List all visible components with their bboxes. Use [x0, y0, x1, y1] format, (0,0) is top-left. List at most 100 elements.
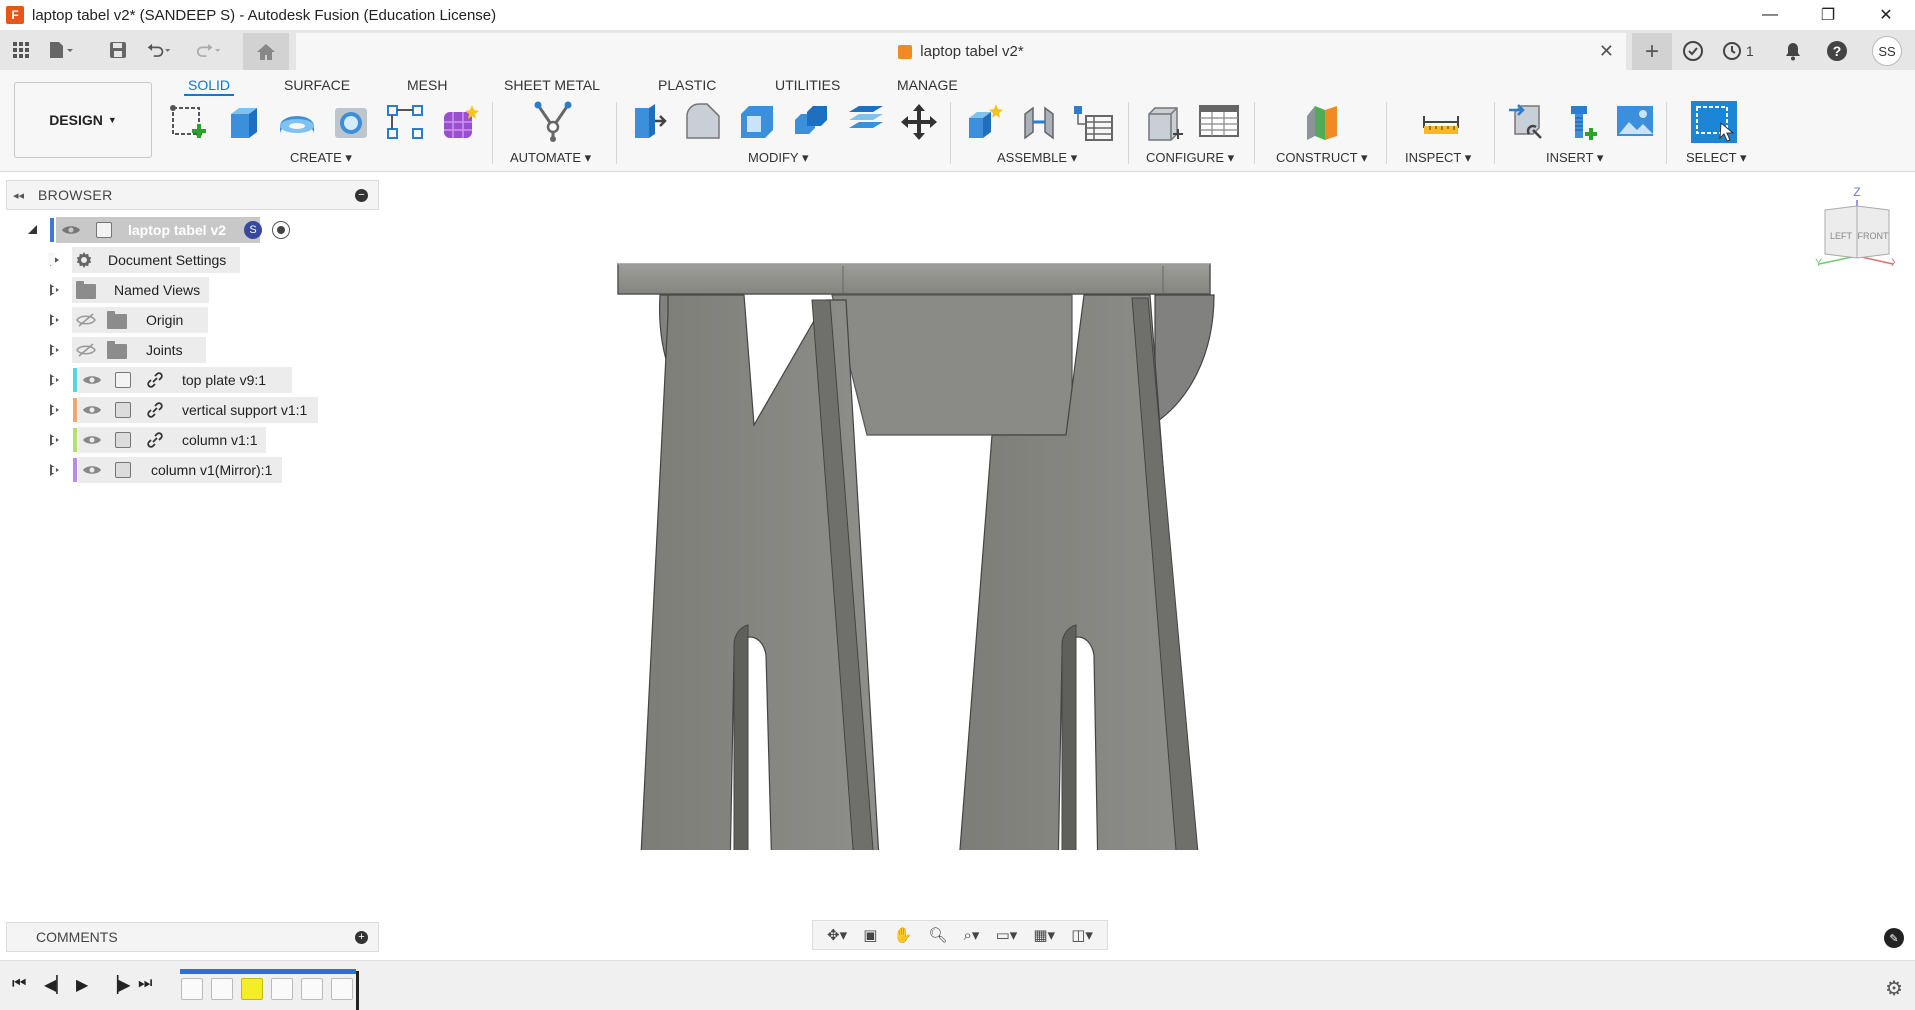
tab-manage[interactable]: MANAGE: [893, 74, 962, 96]
browser-item-vertical-support[interactable]: vertical support v1:1: [20, 397, 320, 423]
hidden-eye-icon[interactable]: [76, 313, 96, 327]
timeline-feature-joint[interactable]: [181, 978, 203, 1000]
timeline-feature-mirror[interactable]: [331, 978, 353, 1000]
new-component-icon[interactable]: [964, 100, 1006, 144]
file-menu-icon[interactable]: [48, 38, 74, 62]
collapse-panel-icon[interactable]: ◂◂: [13, 189, 24, 202]
fillet-icon[interactable]: [682, 100, 724, 144]
bill-of-materials-icon[interactable]: [1072, 100, 1114, 144]
close-tab-icon[interactable]: ✕: [1599, 41, 1614, 62]
browser-item-origin[interactable]: Origin: [20, 307, 250, 333]
zoom-icon[interactable]: 🔍︎: [928, 926, 947, 944]
workspace-switcher-button[interactable]: DESIGN ▼: [14, 82, 152, 158]
tab-sheet-metal[interactable]: SHEET METAL: [500, 74, 604, 96]
move-copy-icon[interactable]: [898, 100, 940, 144]
timeline-marker[interactable]: [356, 971, 359, 1010]
viewports-icon[interactable]: ◫▾: [1071, 926, 1093, 944]
top-plate-part[interactable]: [617, 263, 1211, 295]
home-button[interactable]: [243, 33, 289, 70]
go-to-start-icon[interactable]: ⏮: [12, 975, 26, 993]
visibility-eye-icon[interactable]: [61, 223, 81, 237]
assemble-group-label[interactable]: ASSEMBLE ▾: [997, 150, 1077, 166]
browser-item-column[interactable]: column v1:1: [20, 427, 300, 453]
pan-hand-icon[interactable]: ✋: [894, 926, 913, 944]
construct-group-label[interactable]: CONSTRUCT ▾: [1276, 150, 1368, 166]
minimize-panel-icon[interactable]: −: [355, 189, 368, 202]
visibility-eye-icon[interactable]: [82, 403, 102, 417]
tab-utilities[interactable]: UTILITIES: [771, 74, 844, 96]
create-group-label[interactable]: CREATE ▾: [290, 150, 352, 166]
select-icon[interactable]: [1688, 100, 1740, 144]
vertical-support-part[interactable]: [831, 294, 1073, 436]
timeline-feature-joint[interactable]: [271, 978, 293, 1000]
new-tab-button[interactable]: +: [1632, 33, 1672, 70]
zoom-window-icon[interactable]: ⌕▾: [964, 926, 980, 944]
redo-icon[interactable]: [196, 38, 222, 62]
browser-item-joints[interactable]: Joints: [20, 337, 250, 363]
automate-group-label[interactable]: AUTOMATE ▾: [510, 150, 591, 166]
hole-icon[interactable]: [330, 100, 372, 144]
tab-mesh[interactable]: MESH: [403, 74, 451, 96]
activate-radio-icon[interactable]: [272, 221, 290, 239]
insert-mcmaster-icon[interactable]: [1560, 100, 1602, 144]
configure-group-label[interactable]: CONFIGURE ▾: [1146, 150, 1234, 166]
select-group-label[interactable]: SELECT ▾: [1686, 150, 1746, 166]
tab-solid[interactable]: SOLID: [184, 74, 235, 96]
construct-plane-icon[interactable]: [1302, 100, 1344, 144]
insert-canvas-icon[interactable]: [1614, 100, 1656, 144]
browser-item-named-views[interactable]: Named Views: [20, 277, 250, 303]
configure-icon[interactable]: [1144, 100, 1186, 144]
browser-panel-header[interactable]: ◂◂ BROWSER −: [6, 180, 379, 210]
help-icon[interactable]: ?: [1826, 39, 1848, 63]
model-canvas[interactable]: [600, 250, 1240, 850]
insert-derive-icon[interactable]: [1506, 100, 1548, 144]
add-comment-icon[interactable]: +: [355, 931, 368, 944]
grid-settings-icon[interactable]: ▦▾: [1033, 926, 1055, 944]
right-brace-part[interactable]: [1154, 294, 1215, 425]
user-avatar[interactable]: SS: [1872, 36, 1902, 66]
automate-icon[interactable]: [532, 100, 574, 144]
extensions-icon[interactable]: [1682, 39, 1704, 63]
combine-icon[interactable]: [790, 100, 832, 144]
configuration-table-icon[interactable]: [1198, 100, 1240, 144]
inspect-group-label[interactable]: INSPECT ▾: [1405, 150, 1471, 166]
orbit-icon[interactable]: ✥▾: [827, 926, 847, 944]
create-form-icon[interactable]: [438, 100, 480, 144]
display-settings-icon[interactable]: ▭▾: [996, 926, 1018, 944]
tab-surface[interactable]: SURFACE: [280, 74, 354, 96]
text-commands-icon[interactable]: ✎: [1884, 928, 1904, 948]
insert-group-label[interactable]: INSERT ▾: [1546, 150, 1603, 166]
pattern-icon[interactable]: [384, 100, 426, 144]
job-status-icon[interactable]: 1: [1722, 39, 1754, 63]
timeline-feature-rigid-group[interactable]: [301, 978, 323, 1000]
browser-item-top-plate[interactable]: top plate v9:1: [20, 367, 300, 393]
hidden-eye-icon[interactable]: [76, 343, 96, 357]
face-left-label[interactable]: LEFT: [1830, 231, 1853, 241]
go-to-end-icon[interactable]: ⏭: [138, 975, 152, 993]
offset-face-icon[interactable]: [844, 100, 886, 144]
extrude-icon[interactable]: [222, 100, 264, 144]
shell-icon[interactable]: [736, 100, 778, 144]
save-icon[interactable]: [105, 38, 131, 62]
visibility-eye-icon[interactable]: [82, 373, 102, 387]
document-tab[interactable]: laptop tabel v2* ✕: [296, 33, 1626, 70]
browser-item-document-settings[interactable]: Document Settings: [20, 247, 250, 273]
visibility-eye-icon[interactable]: [82, 433, 102, 447]
look-at-icon[interactable]: ▣: [863, 926, 877, 944]
timeline-feature-joint[interactable]: [211, 978, 233, 1000]
expanded-triangle-icon[interactable]: [28, 225, 37, 234]
browser-root-row[interactable]: laptop tabel v2 S: [20, 217, 300, 243]
close-window-button[interactable]: ✕: [1857, 0, 1915, 30]
measure-icon[interactable]: [1420, 100, 1462, 144]
minimize-button[interactable]: —: [1741, 0, 1799, 30]
face-front-label[interactable]: FRONT: [1858, 231, 1889, 241]
browser-item-column-mirror[interactable]: column v1(Mirror):1: [20, 457, 300, 483]
step-back-icon[interactable]: ◀︎▏: [44, 975, 69, 995]
undo-icon[interactable]: [146, 38, 172, 62]
create-sketch-icon[interactable]: [168, 100, 210, 144]
press-pull-icon[interactable]: [628, 100, 670, 144]
modify-group-label[interactable]: MODIFY ▾: [748, 150, 808, 166]
tab-plastic[interactable]: PLASTIC: [654, 74, 720, 96]
viewcube[interactable]: Z X Y LEFT FRONT: [1815, 184, 1895, 274]
timeline-feature-rigid-group[interactable]: [241, 978, 263, 1000]
